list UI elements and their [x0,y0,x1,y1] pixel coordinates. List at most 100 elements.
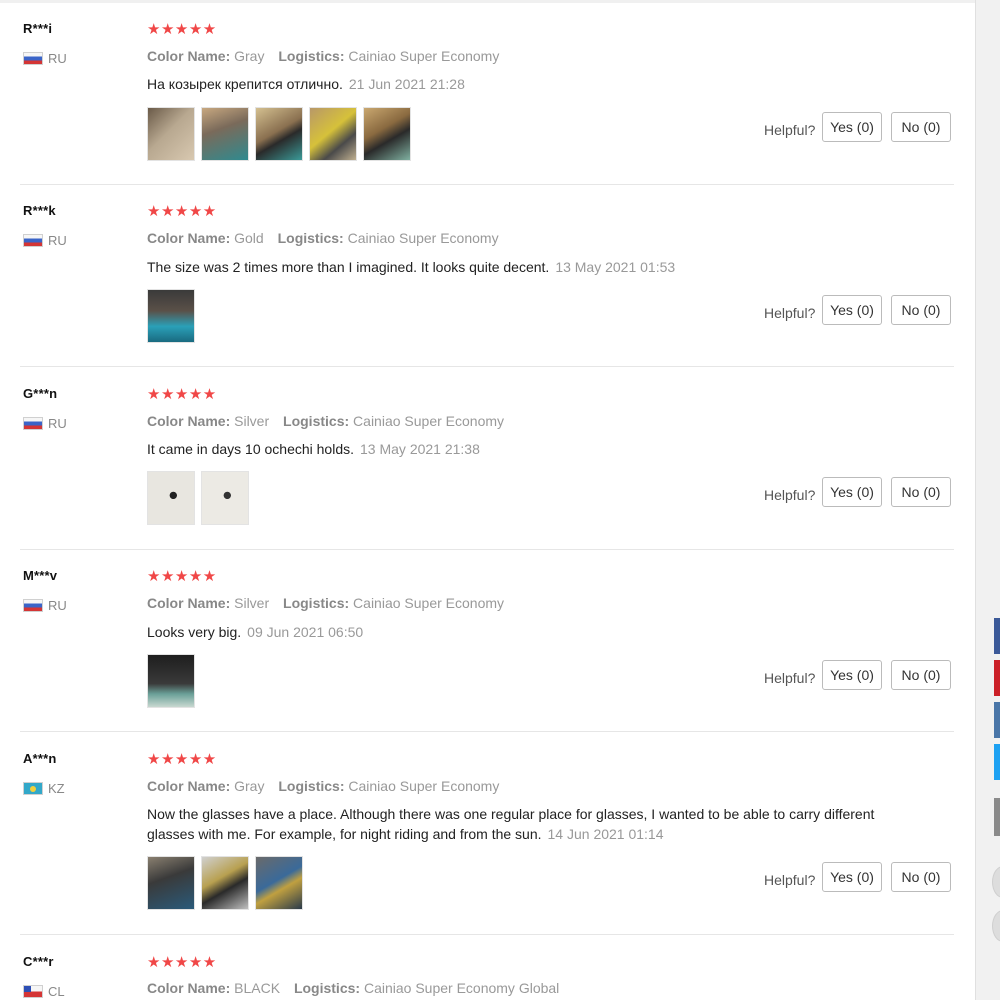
review-meta: Color Name: Gold Logistics: Cainiao Supe… [147,230,509,246]
review-date: 14 Jun 2021 01:14 [547,826,664,842]
review-date: 21 Jun 2021 21:28 [348,76,465,92]
share-twitter-button[interactable] [994,744,1000,780]
country-code: RU [48,51,67,66]
logistics-value: Cainiao Super Economy [348,778,500,794]
helpful-yes-button[interactable]: Yes (0) [822,477,882,507]
helpful-label: Helpful? [764,487,816,503]
share-pinterest-button[interactable] [994,660,1000,696]
review-photo-thumbnail[interactable] [309,107,357,161]
review-photos [147,289,195,343]
flag-icon [23,985,43,998]
helpful-no-button[interactable]: No (0) [891,477,951,507]
color-name-label: Color Name: [147,413,231,429]
review-text: The size was 2 times more than I imagine… [147,257,675,277]
review-meta: Color Name: Silver Logistics: Cainiao Su… [147,595,514,611]
reviewer-country: RU [23,233,67,248]
logistics-value: Cainiao Super Economy [353,413,505,429]
color-name-value: Gray [234,48,265,64]
review-date: 13 May 2021 21:38 [360,441,480,457]
divider [20,549,954,550]
review-photo-thumbnail[interactable] [255,856,303,910]
review-date: 13 May 2021 01:53 [555,259,676,275]
review-meta: Color Name: BLACK Logistics: Cainiao Sup… [147,980,569,996]
flag-icon [23,782,43,795]
page-scrollbar[interactable] [975,0,1000,1000]
country-code: CL [48,984,65,999]
logistics-label: Logistics: [278,48,345,64]
review-photos [147,471,249,525]
review-photo-thumbnail[interactable] [363,107,411,161]
helpful-no-button[interactable]: No (0) [891,660,951,690]
review-photo-thumbnail[interactable] [201,471,249,525]
review-photo-thumbnail[interactable] [147,107,195,161]
country-code: RU [48,598,67,613]
review-body-line: glasses with me. For example, for night … [147,826,542,842]
review-meta: Color Name: Gray Logistics: Cainiao Supe… [147,48,509,64]
rating-stars: ★★★★★ [147,203,217,220]
review-meta: Color Name: Silver Logistics: Cainiao Su… [147,413,514,429]
helpful-yes-button[interactable]: Yes (0) [822,862,882,892]
rating-stars: ★★★★★ [147,568,217,585]
reviewer-name: C***r [23,954,54,969]
helpful-label: Helpful? [764,670,816,686]
share-vk-button[interactable] [994,702,1000,738]
reviewer-name: R***k [23,203,56,218]
helpful-no-button[interactable]: No (0) [891,862,951,892]
review-photo-thumbnail[interactable] [147,856,195,910]
review-text: Now the glasses have a place. Although t… [147,804,874,844]
review-text: It came in days 10 ochechi holds. 13 May … [147,439,480,459]
logistics-label: Logistics: [277,230,344,246]
helpful-label: Helpful? [764,122,816,138]
helpful-yes-button[interactable]: Yes (0) [822,295,882,325]
divider [20,366,954,367]
color-name-value: Silver [234,595,270,611]
review-photo-thumbnail[interactable] [255,107,303,161]
logistics-label: Logistics: [293,980,361,996]
reviewer-name: A***n [23,751,57,766]
reviewer-country: RU [23,598,67,613]
helpful-yes-button[interactable]: Yes (0) [822,660,882,690]
review-photo-thumbnail[interactable] [147,654,195,708]
reviewer-name: M***v [23,568,58,583]
reviewer-name: R***i [23,21,53,36]
review-body: It came in days 10 ochechi holds. [147,441,355,457]
logistics-value: Cainiao Super Economy Global [363,980,560,996]
logistics-value: Cainiao Super Economy [353,595,505,611]
review-photos [147,654,195,708]
helpful-label: Helpful? [764,872,816,888]
review-text: На козырек крепится отлично. 21 Jun 2021 … [147,74,465,94]
reviewer-country: RU [23,416,67,431]
flag-icon [23,599,43,612]
color-name-value: Gray [234,778,265,794]
share-more-button[interactable] [994,798,1000,836]
reviews-feed: R***i RU ★★★★★ Color Name: Gray Logistic… [0,0,975,1000]
reviewer-country: KZ [23,781,65,796]
rating-stars: ★★★★★ [147,21,217,38]
reviewer-name: G***n [23,386,58,401]
color-name-label: Color Name: [147,980,231,996]
logistics-value: Cainiao Super Economy [347,230,499,246]
review-body-line: Now the glasses have a place. Although t… [147,806,875,822]
review-photo-thumbnail[interactable] [201,107,249,161]
country-code: RU [48,233,67,248]
reviewer-country: CL [23,984,65,999]
review-photo-thumbnail[interactable] [147,289,195,343]
logistics-label: Logistics: [278,778,345,794]
rating-stars: ★★★★★ [147,751,217,768]
share-facebook-button[interactable] [994,618,1000,654]
color-name-label: Color Name: [147,778,231,794]
helpful-yes-button[interactable]: Yes (0) [822,112,882,142]
country-code: RU [48,416,67,431]
rating-stars: ★★★★★ [147,954,217,971]
color-name-value: BLACK [234,980,281,996]
review-photo-thumbnail[interactable] [147,471,195,525]
review-meta: Color Name: Gray Logistics: Cainiao Supe… [147,778,509,794]
color-name-label: Color Name: [147,48,231,64]
review-body: На козырек крепится отлично. [147,76,343,92]
helpful-no-button[interactable]: No (0) [891,295,951,325]
review-body: The size was 2 times more than I imagine… [147,259,550,275]
helpful-no-button[interactable]: No (0) [891,112,951,142]
review-photo-thumbnail[interactable] [201,856,249,910]
helpful-label: Helpful? [764,305,816,321]
review-photos [147,856,303,910]
